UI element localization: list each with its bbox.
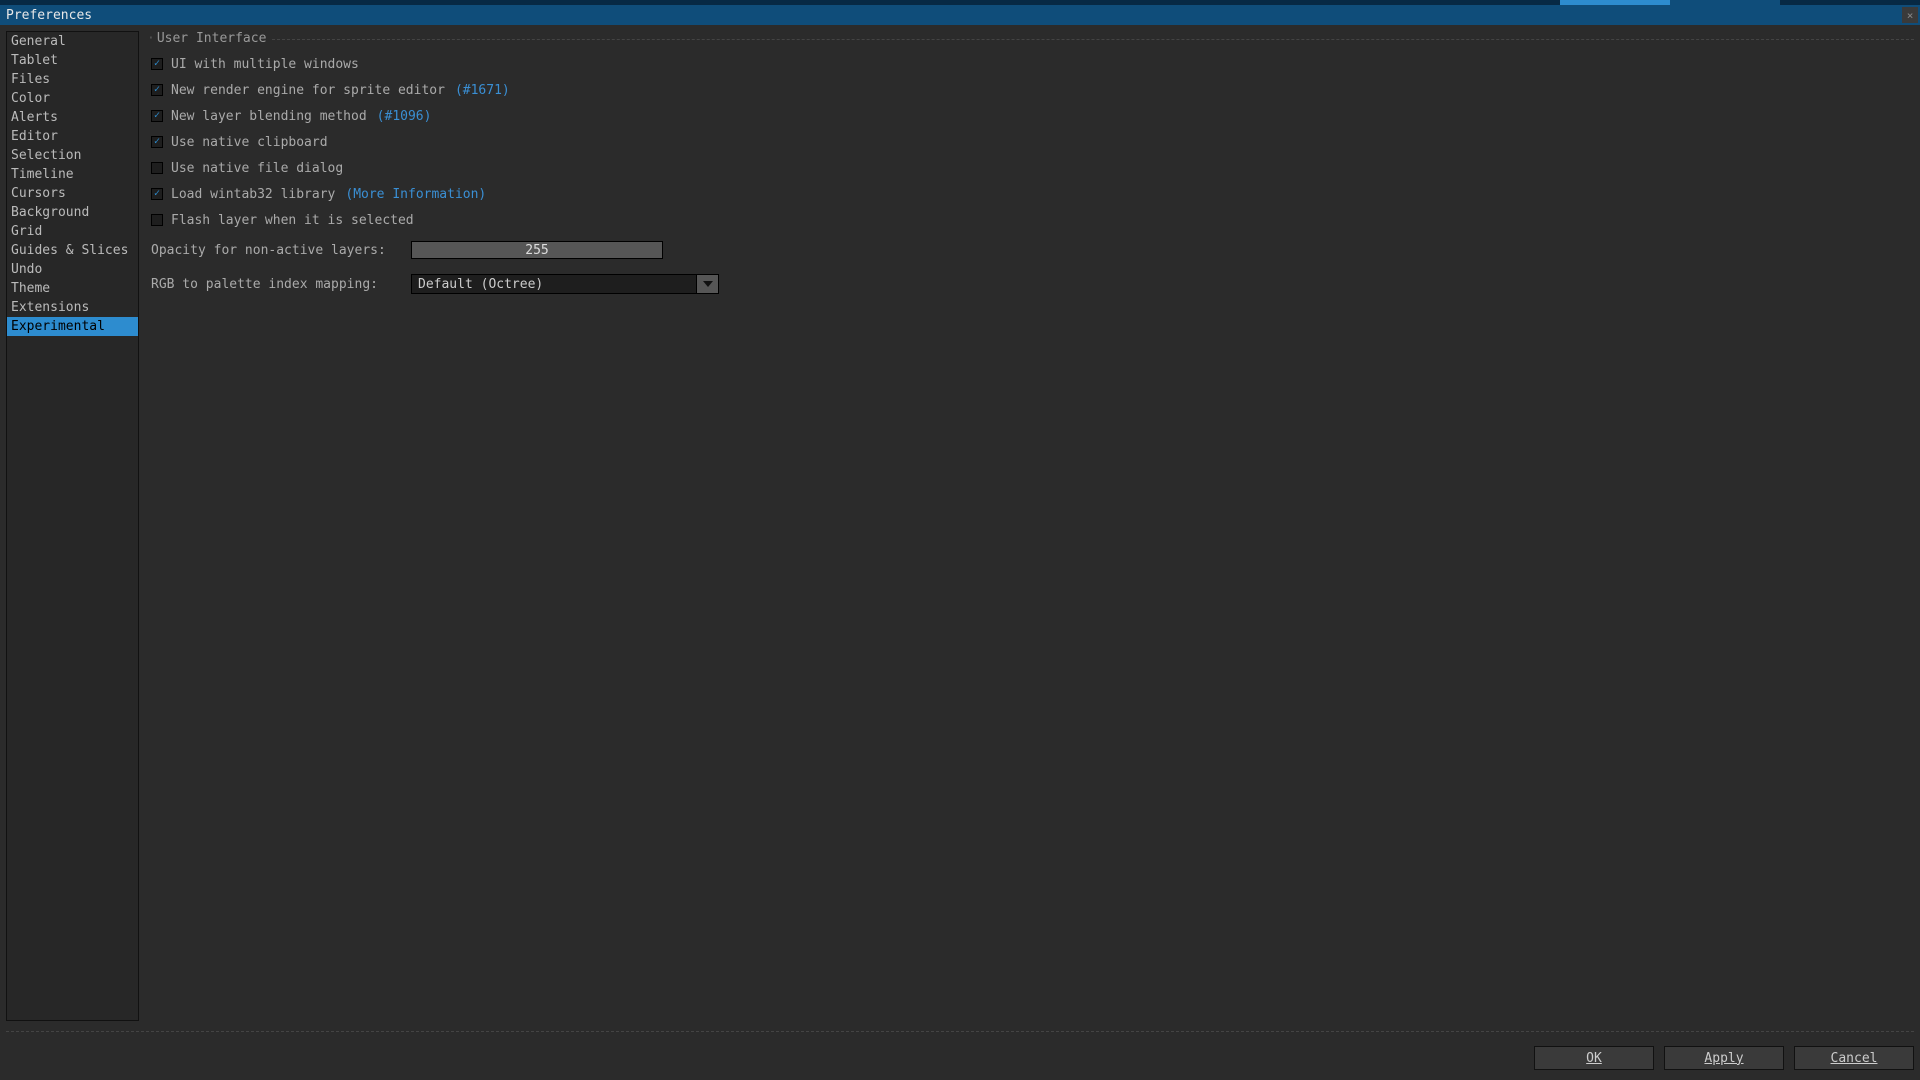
sidebar-item-experimental[interactable]: Experimental xyxy=(7,317,138,336)
main-area: GeneralTabletFilesColorAlertsEditorSelec… xyxy=(0,25,1920,1080)
footer-separator xyxy=(6,1031,1914,1032)
chevron-down-icon[interactable] xyxy=(696,275,718,293)
checkbox-icon[interactable] xyxy=(151,84,163,96)
content-panel: · User Interface UI with multiple window… xyxy=(147,31,1914,1074)
checkbox-label: Flash layer when it is selected xyxy=(171,213,414,228)
sidebar-item-editor[interactable]: Editor xyxy=(7,127,138,146)
mapping-row: RGB to palette index mapping: Default (O… xyxy=(151,272,1914,296)
checkbox-label: Use native clipboard xyxy=(171,135,328,150)
mapping-label: RGB to palette index mapping: xyxy=(151,277,411,292)
checkbox-icon[interactable] xyxy=(151,214,163,226)
cancel-button[interactable]: Cancel xyxy=(1794,1046,1914,1070)
checkbox-icon[interactable] xyxy=(151,188,163,200)
top-accent-bar xyxy=(0,0,1920,5)
mapping-select[interactable]: Default (Octree) xyxy=(411,274,719,294)
issue-link[interactable]: (#1671) xyxy=(455,83,510,98)
checkbox-icon[interactable] xyxy=(151,136,163,148)
checkbox-icon[interactable] xyxy=(151,110,163,122)
sidebar-item-alerts[interactable]: Alerts xyxy=(7,108,138,127)
close-icon[interactable]: × xyxy=(1902,7,1918,23)
sidebar-item-cursors[interactable]: Cursors xyxy=(7,184,138,203)
checkbox-icon[interactable] xyxy=(151,162,163,174)
apply-button[interactable]: Apply xyxy=(1664,1046,1784,1070)
section-title: User Interface xyxy=(157,31,267,46)
opacity-row: Opacity for non-active layers: 255 xyxy=(151,238,1914,262)
sidebar-item-guides-slices[interactable]: Guides & Slices xyxy=(7,241,138,260)
sidebar[interactable]: GeneralTabletFilesColorAlertsEditorSelec… xyxy=(6,31,139,1021)
checkbox-label: UI with multiple windows xyxy=(171,57,359,72)
sidebar-item-selection[interactable]: Selection xyxy=(7,146,138,165)
section-header: · User Interface xyxy=(147,31,1914,46)
sidebar-item-grid[interactable]: Grid xyxy=(7,222,138,241)
sidebar-item-background[interactable]: Background xyxy=(7,203,138,222)
checkbox-label: New layer blending method xyxy=(171,109,367,124)
footer-buttons: OK Apply Cancel xyxy=(1534,1046,1914,1070)
titlebar[interactable]: Preferences × xyxy=(0,5,1920,25)
checkbox-native-clipboard[interactable]: Use native clipboard xyxy=(151,130,1914,154)
opacity-value: 255 xyxy=(412,243,662,258)
sidebar-item-files[interactable]: Files xyxy=(7,70,138,89)
sidebar-item-color[interactable]: Color xyxy=(7,89,138,108)
ok-button[interactable]: OK xyxy=(1534,1046,1654,1070)
sidebar-item-theme[interactable]: Theme xyxy=(7,279,138,298)
opacity-label: Opacity for non-active layers: xyxy=(151,243,411,258)
checkbox-label: Load wintab32 library xyxy=(171,187,335,202)
sidebar-item-tablet[interactable]: Tablet xyxy=(7,51,138,70)
checkbox-icon[interactable] xyxy=(151,58,163,70)
checkbox-flash-layer[interactable]: Flash layer when it is selected xyxy=(151,208,1914,232)
checkbox-new-render[interactable]: New render engine for sprite editor (#16… xyxy=(151,78,1914,102)
checkbox-multi-windows[interactable]: UI with multiple windows xyxy=(151,52,1914,76)
sidebar-item-extensions[interactable]: Extensions xyxy=(7,298,138,317)
checkbox-wintab[interactable]: Load wintab32 library (More Information) xyxy=(151,182,1914,206)
mapping-value: Default (Octree) xyxy=(412,277,696,292)
more-info-link[interactable]: (More Information) xyxy=(345,187,486,202)
checkbox-native-filedialog[interactable]: Use native file dialog xyxy=(151,156,1914,180)
checkbox-label: Use native file dialog xyxy=(171,161,343,176)
checkbox-new-blending[interactable]: New layer blending method (#1096) xyxy=(151,104,1914,128)
checkbox-label: New render engine for sprite editor xyxy=(171,83,445,98)
opacity-slider[interactable]: 255 xyxy=(411,241,663,259)
issue-link[interactable]: (#1096) xyxy=(377,109,432,124)
sidebar-item-general[interactable]: General xyxy=(7,32,138,51)
window-title: Preferences xyxy=(6,8,92,23)
sidebar-item-undo[interactable]: Undo xyxy=(7,260,138,279)
sidebar-item-timeline[interactable]: Timeline xyxy=(7,165,138,184)
